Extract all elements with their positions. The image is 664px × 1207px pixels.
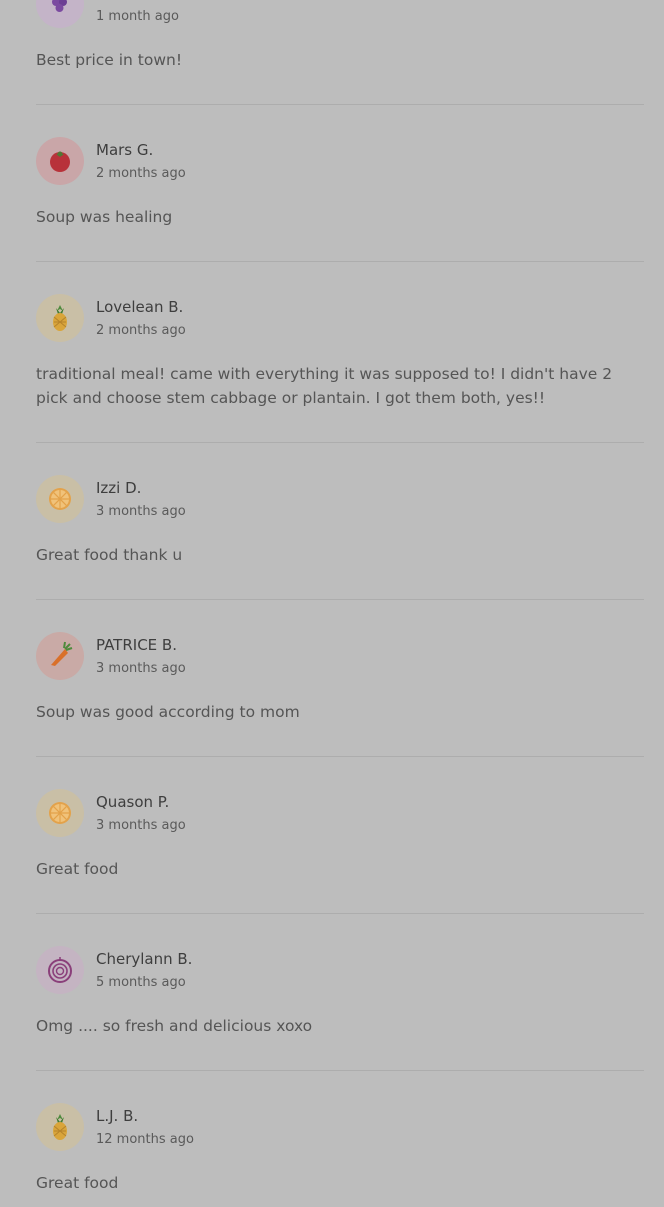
review-item: Mars G. 2 months ago Soup was healing: [36, 137, 644, 262]
review-text: Soup was healing: [36, 208, 173, 226]
reviewer-name: Mars G.: [96, 141, 154, 159]
review-header: Mars G. 2 months ago: [36, 137, 644, 185]
review-time: 12 months ago: [96, 1132, 194, 1147]
reviewer-name: Izzi D.: [96, 479, 142, 497]
divider: [36, 442, 644, 443]
review-header: PATRICE B. 3 months ago: [36, 632, 644, 680]
reviewer-name: L.J. B.: [96, 1107, 139, 1125]
review-item: 1 month ago Best price in town!: [36, 0, 644, 105]
review-header: L.J. B. 12 months ago: [36, 1103, 644, 1151]
review-text: Great food: [36, 860, 119, 878]
review-item: PATRICE B. 3 months ago Soup was good ac…: [36, 632, 644, 757]
review-text: Soup was good according to mom: [36, 703, 300, 721]
review-header: Cherylann B. 5 months ago: [36, 946, 644, 994]
divider: [36, 1070, 644, 1071]
reviewer-name: Quason P.: [96, 793, 170, 811]
review-time: 2 months ago: [96, 323, 186, 338]
review-item: Lovelean B. 2 months ago traditional mea…: [36, 294, 644, 443]
review-header: Izzi D. 3 months ago: [36, 475, 644, 523]
reviews-feed: 1 month ago Best price in town! Mars G. …: [0, 0, 664, 1195]
review-text: Great food: [36, 1174, 119, 1192]
divider: [36, 599, 644, 600]
review-header: 1 month ago: [36, 0, 644, 28]
review-time: 3 months ago: [96, 818, 186, 833]
divider: [36, 104, 644, 105]
divider: [36, 913, 644, 914]
review-time: 5 months ago: [96, 975, 186, 990]
onion-icon: [36, 946, 84, 994]
reviewer-name: PATRICE B.: [96, 636, 177, 654]
divider: [36, 756, 644, 757]
review-time: 3 months ago: [96, 661, 186, 676]
reviewer-name: Lovelean B.: [96, 298, 184, 316]
carrot-icon: [36, 632, 84, 680]
review-time: 1 month ago: [96, 9, 179, 24]
review-text: Great food thank u: [36, 546, 183, 564]
reviewer-name: Cherylann B.: [96, 950, 193, 968]
review-time: 3 months ago: [96, 504, 186, 519]
review-item: Quason P. 3 months ago Great food: [36, 789, 644, 914]
review-text: Omg .... so fresh and delicious xoxo: [36, 1017, 313, 1035]
orange-slice-icon: [36, 475, 84, 523]
review-item: Cherylann B. 5 months ago Omg .... so fr…: [36, 946, 644, 1071]
pineapple-icon: [36, 1103, 84, 1151]
divider: [36, 261, 644, 262]
tomato-icon: [36, 137, 84, 185]
review-item: L.J. B. 12 months ago Great food: [36, 1103, 644, 1195]
review-text: traditional meal! came with everything i…: [36, 365, 613, 407]
review-time: 2 months ago: [96, 166, 186, 181]
review-text: Best price in town!: [36, 51, 183, 69]
review-item: Izzi D. 3 months ago Great food thank u: [36, 475, 644, 600]
grapes-icon: [36, 0, 84, 28]
review-header: Quason P. 3 months ago: [36, 789, 644, 837]
review-header: Lovelean B. 2 months ago: [36, 294, 644, 342]
orange-slice-icon: [36, 789, 84, 837]
pineapple-icon: [36, 294, 84, 342]
